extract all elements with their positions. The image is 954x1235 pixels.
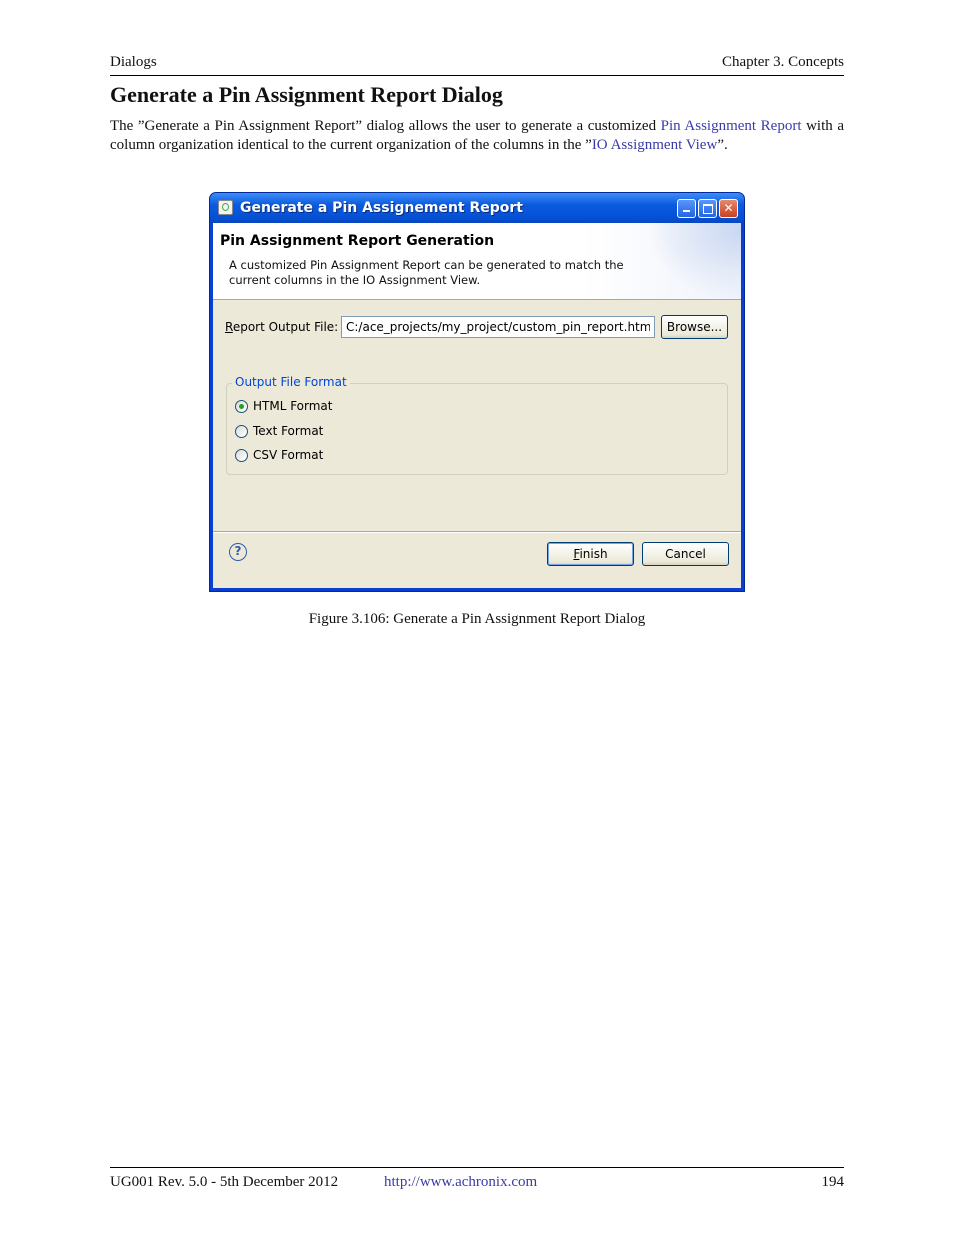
- browse-button[interactable]: Browse...: [661, 315, 728, 339]
- output-file-input[interactable]: [341, 316, 655, 338]
- figure-caption: Figure 3.106: Generate a Pin Assignment …: [308, 611, 646, 627]
- radio-unselected-icon[interactable]: [235, 425, 248, 438]
- help-icon[interactable]: ?: [229, 543, 247, 561]
- banner-description: A customized Pin Assignment Report can b…: [229, 258, 624, 287]
- io-assignment-view-link[interactable]: IO Assignment View: [592, 137, 718, 153]
- minimize-icon: [683, 210, 690, 212]
- button-bar-divider: [213, 531, 741, 533]
- dialog-banner: Pin Assignment Report Generation A custo…: [213, 223, 741, 300]
- maximize-icon: [702, 204, 713, 214]
- page-footer: UG001 Rev. 5.0 - 5th December 2012 http:…: [110, 1167, 844, 1192]
- banner-title: Pin Assignment Report Generation: [220, 233, 495, 249]
- finish-label: inish: [579, 547, 608, 561]
- close-button[interactable]: ✕: [719, 199, 738, 218]
- cancel-button[interactable]: Cancel: [642, 542, 729, 566]
- app-icon: [218, 200, 233, 215]
- close-icon: ✕: [723, 201, 734, 215]
- text-format-label[interactable]: Text Format: [253, 424, 323, 438]
- header-chapter: Chapter 3. Concepts: [721, 54, 844, 70]
- banner-decoration: [649, 223, 741, 299]
- radio-unselected-icon[interactable]: [235, 449, 248, 462]
- output-file-label-mnemonic: R: [225, 320, 233, 334]
- output-file-label-text: eport Output File:: [232, 320, 339, 334]
- page-number: 194: [821, 1174, 845, 1190]
- radio-selected-icon[interactable]: [235, 400, 248, 413]
- output-file-label: Report Output File:: [225, 320, 338, 334]
- pin-assignment-report-link[interactable]: Pin Assignment Report: [661, 118, 802, 134]
- dialog-body: Pin Assignment Report Generation A custo…: [213, 223, 741, 588]
- intro-paragraph: The ”Generate a Pin Assignment Report” d…: [110, 117, 844, 155]
- maximize-button[interactable]: [698, 199, 717, 218]
- finish-button[interactable]: Finish: [547, 542, 634, 566]
- intro-text-1: The ”Generate a Pin Assignment Report” d…: [110, 118, 661, 134]
- pin-report-dialog: Generate a Pin Assignement Report ✕ Pin …: [209, 192, 745, 592]
- output-format-group-label: Output File Format: [232, 375, 350, 389]
- dialog-title: Generate a Pin Assignement Report: [240, 200, 523, 216]
- minimize-button[interactable]: [677, 199, 696, 218]
- footer-doc-info: UG001 Rev. 5.0 - 5th December 2012: [110, 1174, 339, 1190]
- section-title: Generate a Pin Assignment Report Dialog: [110, 82, 503, 107]
- page-header: Dialogs Chapter 3. Concepts: [110, 54, 844, 76]
- footer-url-link[interactable]: http://www.achronix.com: [384, 1174, 537, 1191]
- html-format-label[interactable]: HTML Format: [253, 399, 333, 413]
- header-section-name: Dialogs: [110, 54, 157, 70]
- intro-text-3: ”.: [717, 137, 728, 153]
- csv-format-label[interactable]: CSV Format: [253, 448, 323, 462]
- dialog-titlebar[interactable]: Generate a Pin Assignement Report ✕: [210, 193, 744, 223]
